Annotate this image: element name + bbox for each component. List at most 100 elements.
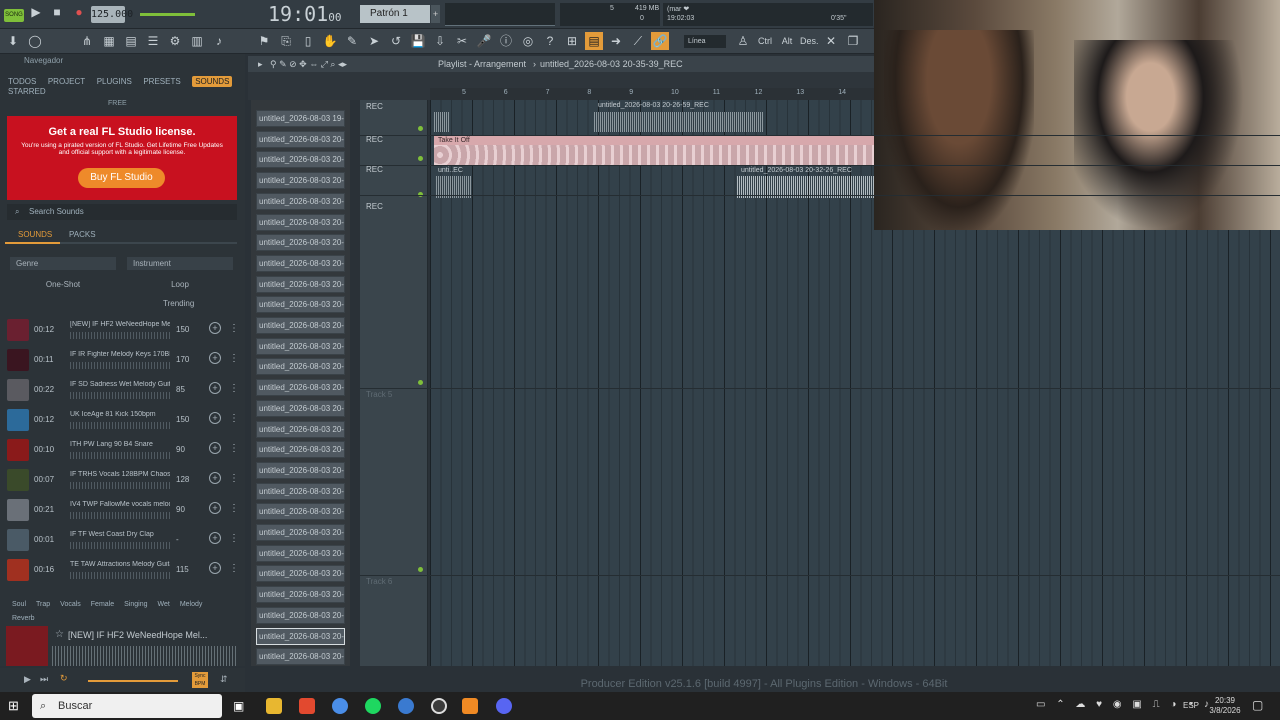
tag[interactable]: Vocals bbox=[60, 601, 81, 608]
pattern-item[interactable]: untitled_2026-08-03 20-... bbox=[256, 317, 345, 334]
list-item[interactable]: 00:21 IV4 TWP FallowMe vocals melody... … bbox=[0, 496, 240, 524]
pattern-item[interactable]: untitled_2026-08-03 20-... bbox=[256, 482, 345, 500]
add-sound-icon[interactable]: + bbox=[209, 562, 221, 574]
sort-select[interactable]: Trending bbox=[163, 299, 194, 308]
list-item[interactable]: 00:07 IF TRHS Vocals 128BPM Chaos 128 + … bbox=[0, 466, 240, 494]
tag[interactable]: Singing bbox=[124, 601, 147, 608]
obs-icon[interactable] bbox=[431, 698, 447, 714]
more-icon[interactable]: ⋮ bbox=[229, 503, 239, 514]
add-sound-icon[interactable]: + bbox=[209, 442, 221, 454]
ctrl-button[interactable]: Ctrl bbox=[756, 32, 774, 50]
alt-button[interactable]: Alt bbox=[778, 32, 796, 50]
export-icon[interactable]: ⇩ bbox=[431, 32, 449, 50]
pattern-item[interactable]: untitled_2026-08-03 20-... bbox=[256, 213, 345, 231]
cut-icon[interactable]: ✂ bbox=[453, 32, 471, 50]
clip-waveform[interactable] bbox=[594, 112, 764, 132]
link-icon[interactable]: 🔗 bbox=[651, 32, 669, 50]
track-name[interactable]: REC bbox=[366, 202, 383, 211]
master-volume-slider[interactable] bbox=[140, 13, 195, 16]
list-item[interactable]: 00:12 [NEW] IF HF2 WeNeedHope Mel... 150… bbox=[0, 316, 240, 344]
stamp-icon[interactable]: ♙ bbox=[734, 32, 752, 50]
track-name[interactable]: REC bbox=[366, 135, 383, 144]
spotify-icon[interactable] bbox=[365, 698, 381, 714]
pattern-item[interactable]: untitled_2026-08-03 20-... bbox=[256, 172, 345, 190]
pattern-item[interactable]: untitled_2026-08-03 20-... bbox=[256, 524, 345, 541]
pattern-item[interactable]: untitled_2026-08-03 20-... bbox=[256, 586, 345, 604]
instrument-filter[interactable]: Instrument bbox=[127, 257, 233, 270]
genre-filter[interactable]: Genre bbox=[10, 257, 116, 270]
add-sound-icon[interactable]: + bbox=[209, 532, 221, 544]
close-tool-icon[interactable]: ✕ bbox=[822, 32, 840, 50]
playlist-tools-icon[interactable]: ⚲ ✎ ⊘ ✥ ⇔ ⤢ ⌕ ◂▸ bbox=[270, 56, 347, 72]
tab-sounds[interactable]: SOUNDS bbox=[192, 76, 233, 87]
tab-all[interactable]: TODOS bbox=[8, 77, 36, 86]
sounds-subtab[interactable]: SOUNDS bbox=[18, 230, 52, 239]
track-name[interactable]: Track 5 bbox=[366, 390, 392, 399]
start-icon[interactable]: ⊞ bbox=[8, 698, 24, 714]
info-icon[interactable]: ⓘ bbox=[497, 32, 515, 50]
clip-waveform[interactable] bbox=[434, 112, 450, 132]
pattern-item[interactable]: untitled_2026-08-03 20-... bbox=[256, 544, 345, 562]
hand-icon[interactable]: ✋ bbox=[321, 32, 339, 50]
mixer-icon[interactable]: ⋔ bbox=[78, 32, 96, 50]
pattern-item[interactable]: untitled_2026-08-03 20-... bbox=[256, 648, 345, 666]
track-name[interactable]: Track 6 bbox=[366, 577, 392, 586]
pattern-item[interactable]: untitled_2026-08-03 20-... bbox=[256, 151, 345, 169]
tag[interactable]: Soul bbox=[12, 601, 26, 608]
browser-toggle-icon[interactable]: ⬇ bbox=[4, 32, 22, 50]
tag[interactable]: Female bbox=[91, 601, 114, 608]
tag[interactable]: Melody bbox=[180, 601, 203, 608]
taskbar-search[interactable]: ⌕ Buscar bbox=[32, 694, 222, 718]
preview-next-icon[interactable]: ⏭ bbox=[40, 674, 48, 685]
preview-settings-icon[interactable]: ⇵ bbox=[220, 674, 228, 685]
file-explorer-icon[interactable] bbox=[266, 698, 282, 714]
slide-icon[interactable]: ⟋ bbox=[629, 32, 647, 50]
mic-icon[interactable]: 🎤 bbox=[475, 32, 493, 50]
sync-bpm-button[interactable]: Sync BPM bbox=[192, 672, 208, 688]
track-led[interactable] bbox=[418, 156, 423, 161]
buy-button[interactable]: Buy FL Studio bbox=[78, 168, 165, 188]
tag[interactable]: Wet bbox=[157, 601, 169, 608]
pattern-item[interactable]: untitled_2026-08-03 20-... bbox=[256, 379, 345, 397]
track-name[interactable]: REC bbox=[366, 165, 383, 174]
more-icon[interactable]: ⋮ bbox=[229, 563, 239, 574]
tab-presets[interactable]: PRESETS bbox=[143, 77, 180, 86]
search-sounds-field[interactable]: ⌕ Search Sounds bbox=[7, 204, 237, 220]
midi-clip[interactable] bbox=[434, 145, 874, 165]
grid-icon[interactable]: ⊞ bbox=[563, 32, 581, 50]
step-icon[interactable]: ➜ bbox=[607, 32, 625, 50]
pattern-item[interactable]: untitled_2026-08-03 20-... bbox=[256, 192, 345, 210]
more-icon[interactable]: ⋮ bbox=[229, 473, 239, 484]
stop-icon[interactable]: ■ bbox=[48, 3, 66, 21]
undo-icon[interactable]: ↺ bbox=[387, 32, 405, 50]
brush-icon[interactable]: ✎ bbox=[343, 32, 361, 50]
tempo-tap-icon[interactable]: ♪ bbox=[210, 32, 228, 50]
more-icon[interactable]: ⋮ bbox=[229, 533, 239, 544]
discord-icon[interactable] bbox=[496, 698, 512, 714]
new-icon[interactable]: ▯ bbox=[299, 32, 317, 50]
web-icon[interactable]: ◎ bbox=[519, 32, 537, 50]
plugin-icon[interactable]: ⚙ bbox=[166, 32, 184, 50]
tempo-display[interactable]: 125.000 bbox=[91, 6, 133, 23]
paste-icon[interactable]: ⎘ bbox=[277, 32, 295, 50]
stats-icon[interactable]: ▥ bbox=[188, 32, 206, 50]
pattern-item[interactable]: untitled_2026-08-03 19-... bbox=[256, 110, 345, 127]
pattern-item[interactable]: untitled_2026-08-03 20-... bbox=[256, 337, 345, 355]
tray-language[interactable]: ESP bbox=[1183, 701, 1199, 710]
list-item[interactable]: 00:12 UK IceAge 81 Kick 150bpm 150 + ⋮ bbox=[0, 406, 240, 434]
track-led[interactable] bbox=[418, 380, 423, 385]
oneshot-filter[interactable]: One-Shot bbox=[10, 278, 116, 291]
chrome-icon[interactable] bbox=[332, 698, 348, 714]
timeline-ruler[interactable]: 5 6 7 8 9 10 11 12 13 14 bbox=[430, 88, 880, 100]
clip-title[interactable]: Take It Off bbox=[434, 136, 874, 145]
notification-icon[interactable]: ▢ bbox=[1252, 698, 1263, 712]
add-sound-icon[interactable]: + bbox=[209, 352, 221, 364]
preview-play-icon[interactable]: ▶ bbox=[24, 674, 31, 685]
tray-clock[interactable]: 20:39 3/8/2026 bbox=[1205, 696, 1245, 716]
window-icon[interactable]: ❐ bbox=[844, 32, 862, 50]
record-icon[interactable]: ● bbox=[70, 3, 88, 21]
clip-title[interactable]: untitled_2026-08-03 20-32-26_REC bbox=[737, 166, 874, 175]
pattern-item[interactable]: untitled_2026-08-03 20-... bbox=[256, 130, 345, 148]
list-item[interactable]: 00:22 IF SD Sadness Wet Melody Guitar...… bbox=[0, 376, 240, 404]
tab-starred[interactable]: STARRED bbox=[8, 87, 46, 96]
